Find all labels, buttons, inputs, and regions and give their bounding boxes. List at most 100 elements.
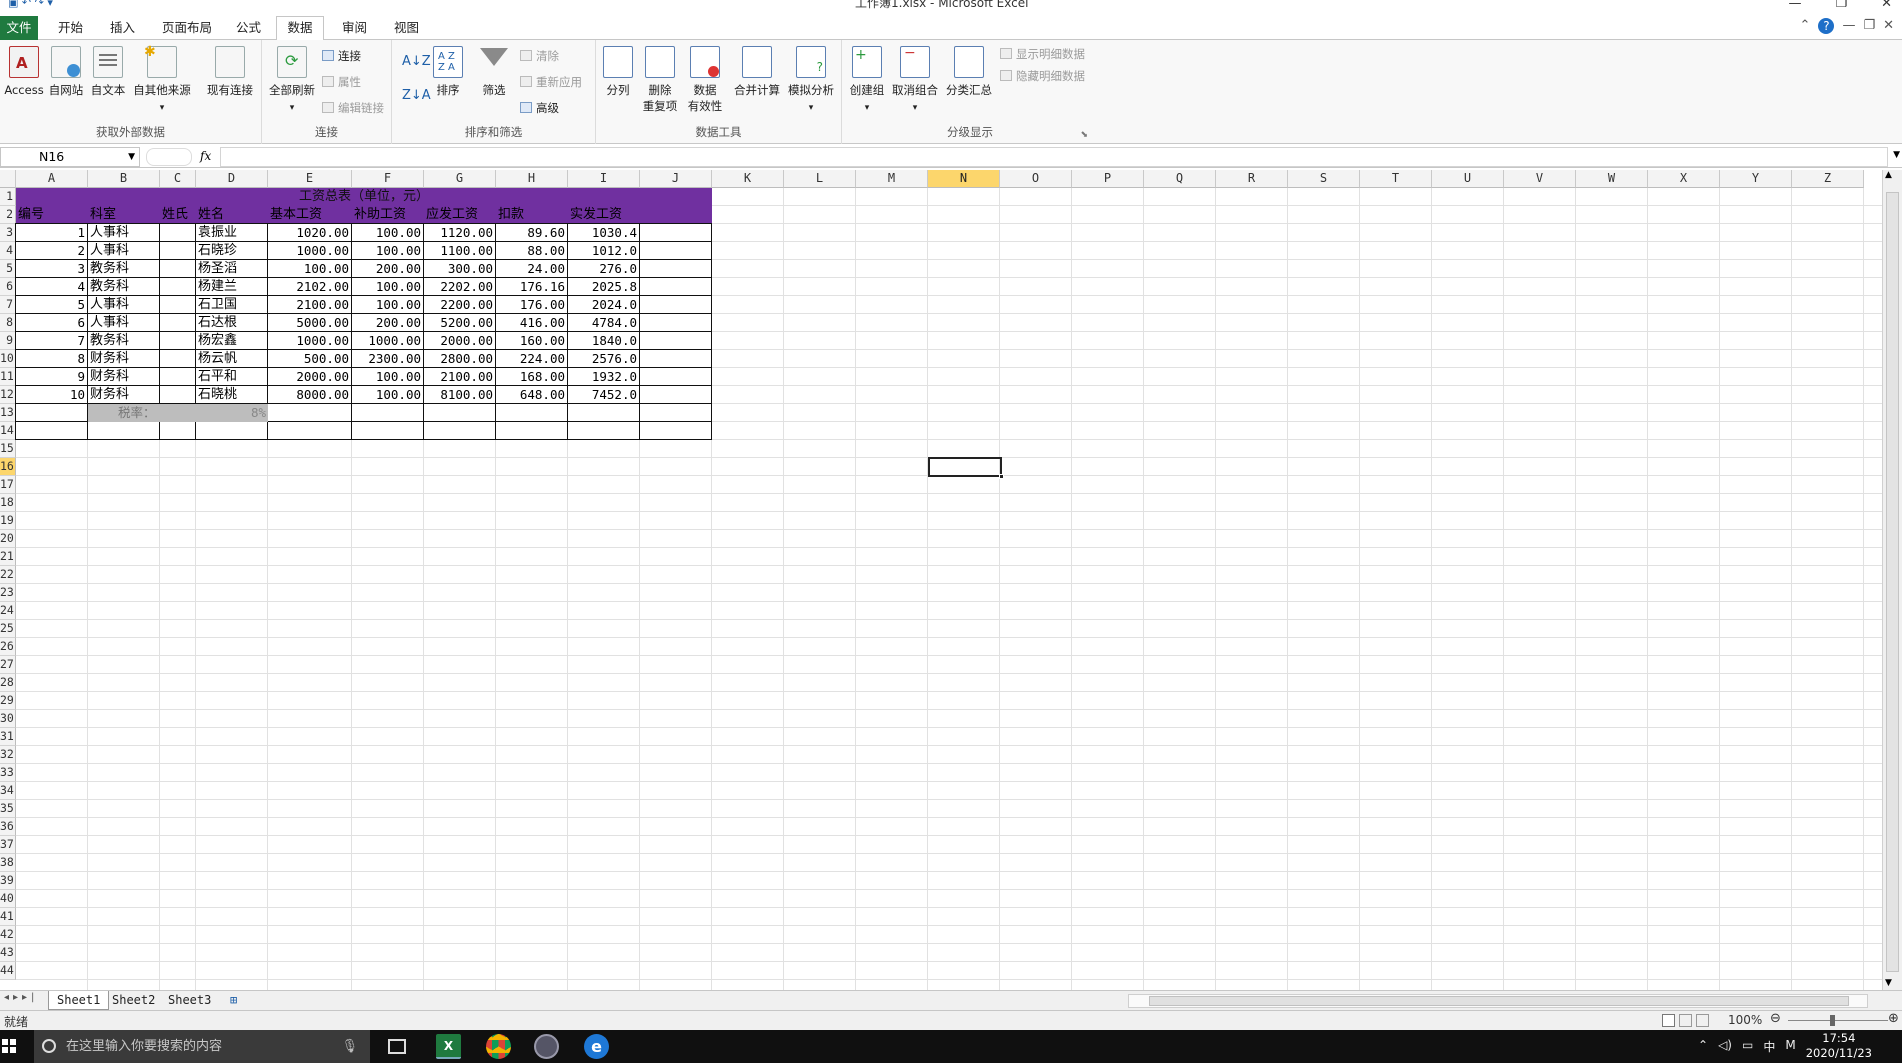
minimize-icon[interactable]: — bbox=[1788, 0, 1801, 11]
doc-close-icon[interactable]: ✕ bbox=[1883, 18, 1894, 34]
edit-links-button[interactable]: 编辑链接 bbox=[322, 100, 384, 116]
table-cell[interactable]: 100.00 bbox=[268, 260, 349, 278]
row-header-23[interactable]: 23 bbox=[0, 584, 16, 602]
table-cell[interactable]: 教务科 bbox=[90, 260, 129, 278]
sheet-nav-icons[interactable]: ◂▸▸| bbox=[4, 992, 38, 1003]
chevron-up-icon[interactable]: ⌃ bbox=[1698, 1038, 1708, 1055]
dialog-launcher-icon[interactable]: ⬊ bbox=[1080, 130, 1088, 140]
table-cell[interactable]: 2202.00 bbox=[424, 278, 493, 296]
row-header-35[interactable]: 35 bbox=[0, 800, 16, 818]
zoom-slider-thumb[interactable] bbox=[1830, 1015, 1835, 1026]
table-cell[interactable]: 9 bbox=[16, 368, 85, 386]
table-cell[interactable]: 石平和 bbox=[198, 368, 237, 386]
row-header-2[interactable]: 2 bbox=[0, 206, 16, 224]
row-header-42[interactable]: 42 bbox=[0, 926, 16, 944]
table-cell[interactable]: 224.00 bbox=[496, 350, 565, 368]
excel-app-icon[interactable]: X bbox=[436, 1034, 461, 1059]
table-cell[interactable]: 2000.00 bbox=[424, 332, 493, 350]
tab-page-layout[interactable]: 页面布局 bbox=[156, 18, 218, 40]
column-header-k[interactable]: K bbox=[712, 170, 784, 188]
table-cell[interactable]: 176.00 bbox=[496, 296, 565, 314]
table-cell[interactable]: 4784.0 bbox=[568, 314, 637, 332]
column-header-e[interactable]: E bbox=[268, 170, 352, 188]
from-other-sources-button[interactable]: ✱ 自其他来源 ▾ bbox=[130, 44, 194, 116]
column-header-q[interactable]: Q bbox=[1144, 170, 1216, 188]
table-cell[interactable]: 1100.00 bbox=[424, 242, 493, 260]
row-header-26[interactable]: 26 bbox=[0, 638, 16, 656]
group-button[interactable]: + 创建组 ▾ bbox=[846, 46, 888, 116]
row-header-9[interactable]: 9 bbox=[0, 332, 16, 350]
horizontal-scroll-thumb[interactable] bbox=[1149, 996, 1849, 1006]
row-header-14[interactable]: 14 bbox=[0, 422, 16, 440]
connections-button[interactable]: 连接 bbox=[322, 48, 361, 64]
column-header-f[interactable]: F bbox=[352, 170, 424, 188]
column-header-d[interactable]: D bbox=[196, 170, 268, 188]
table-cell[interactable]: 7452.0 bbox=[568, 386, 637, 404]
table-cell[interactable]: 100.00 bbox=[352, 296, 421, 314]
table-cell[interactable]: 276.0 bbox=[568, 260, 637, 278]
formula-input[interactable] bbox=[220, 147, 1888, 167]
fill-handle[interactable] bbox=[999, 474, 1004, 479]
table-cell[interactable]: 财务科 bbox=[90, 368, 129, 386]
table-cell[interactable]: 88.00 bbox=[496, 242, 565, 260]
table-cell[interactable]: 8 bbox=[16, 350, 85, 368]
row-header-37[interactable]: 37 bbox=[0, 836, 16, 854]
sheet-tab-2[interactable]: Sheet2 bbox=[104, 991, 163, 1010]
column-header-m[interactable]: M bbox=[856, 170, 928, 188]
table-cell[interactable]: 2000.00 bbox=[268, 368, 349, 386]
table-cell[interactable]: 石达根 bbox=[198, 314, 237, 332]
table-cell[interactable]: 杨云帆 bbox=[198, 350, 237, 368]
row-header-20[interactable]: 20 bbox=[0, 530, 16, 548]
column-header-c[interactable]: C bbox=[160, 170, 196, 188]
quick-access-toolbar[interactable]: ▣ ↶ ↷ ▾ bbox=[8, 0, 53, 9]
table-cell[interactable]: 10 bbox=[16, 386, 85, 404]
column-header-w[interactable]: W bbox=[1576, 170, 1648, 188]
table-cell[interactable]: 5 bbox=[16, 296, 85, 314]
row-header-22[interactable]: 22 bbox=[0, 566, 16, 584]
table-cell[interactable]: 教务科 bbox=[90, 278, 129, 296]
sheet-tab-1[interactable]: Sheet1 bbox=[48, 991, 110, 1010]
ungroup-button[interactable]: − 取消组合 ▾ bbox=[890, 45, 940, 116]
sheet-tab-3[interactable]: Sheet3 bbox=[160, 991, 219, 1010]
column-header-o[interactable]: O bbox=[1000, 170, 1072, 188]
table-cell[interactable]: 100.00 bbox=[352, 386, 421, 404]
column-header-t[interactable]: T bbox=[1360, 170, 1432, 188]
row-header-41[interactable]: 41 bbox=[0, 908, 16, 926]
zoom-level[interactable]: 100% bbox=[1728, 1013, 1762, 1027]
table-cell[interactable]: 3 bbox=[16, 260, 85, 278]
row-header-29[interactable]: 29 bbox=[0, 692, 16, 710]
table-cell[interactable]: 200.00 bbox=[352, 260, 421, 278]
horizontal-scrollbar[interactable] bbox=[1128, 994, 1868, 1008]
table-cell[interactable]: 100.00 bbox=[352, 224, 421, 242]
table-cell[interactable]: 1932.0 bbox=[568, 368, 637, 386]
page-break-view-icon[interactable] bbox=[1696, 1014, 1709, 1027]
sort-desc-icon[interactable]: Z↓A bbox=[402, 88, 431, 103]
ime-mode-indicator[interactable]: M bbox=[1785, 1038, 1795, 1055]
windows-start-icon[interactable] bbox=[2, 1039, 16, 1053]
table-cell[interactable]: 1000.00 bbox=[352, 332, 421, 350]
table-cell[interactable]: 2025.8 bbox=[568, 278, 637, 296]
close-icon[interactable]: ✕ bbox=[1881, 0, 1892, 11]
table-cell[interactable]: 8100.00 bbox=[424, 386, 493, 404]
table-cell[interactable]: 168.00 bbox=[496, 368, 565, 386]
row-header-6[interactable]: 6 bbox=[0, 278, 16, 296]
help-icon[interactable]: ? bbox=[1818, 18, 1835, 34]
table-cell[interactable]: 石晓珍 bbox=[198, 242, 237, 260]
row-header-16[interactable]: 16 bbox=[0, 458, 16, 476]
row-header-8[interactable]: 8 bbox=[0, 314, 16, 332]
page-layout-view-icon[interactable] bbox=[1679, 1014, 1692, 1027]
subtotal-button[interactable]: 分类汇总 bbox=[942, 46, 996, 98]
table-cell[interactable]: 1012.0 bbox=[568, 242, 637, 260]
expand-formula-icon[interactable]: ▼ bbox=[1893, 150, 1900, 160]
table-cell[interactable]: 财务科 bbox=[90, 386, 129, 404]
refresh-all-button[interactable]: ⟳ 全部刷新 ▾ bbox=[266, 46, 318, 116]
properties-button[interactable]: 属性 bbox=[322, 74, 361, 90]
table-cell[interactable]: 24.00 bbox=[496, 260, 565, 278]
collapse-ribbon-icon[interactable]: ⌃ bbox=[1800, 18, 1811, 34]
tab-insert[interactable]: 插入 bbox=[104, 18, 141, 40]
table-cell[interactable]: 1840.0 bbox=[568, 332, 637, 350]
row-header-19[interactable]: 19 bbox=[0, 512, 16, 530]
what-if-analysis-button[interactable]: ? 模拟分析 ▾ bbox=[784, 46, 838, 116]
restore-icon[interactable]: ❐ bbox=[1835, 0, 1847, 11]
ime-indicator[interactable]: 中 bbox=[1763, 1038, 1775, 1055]
